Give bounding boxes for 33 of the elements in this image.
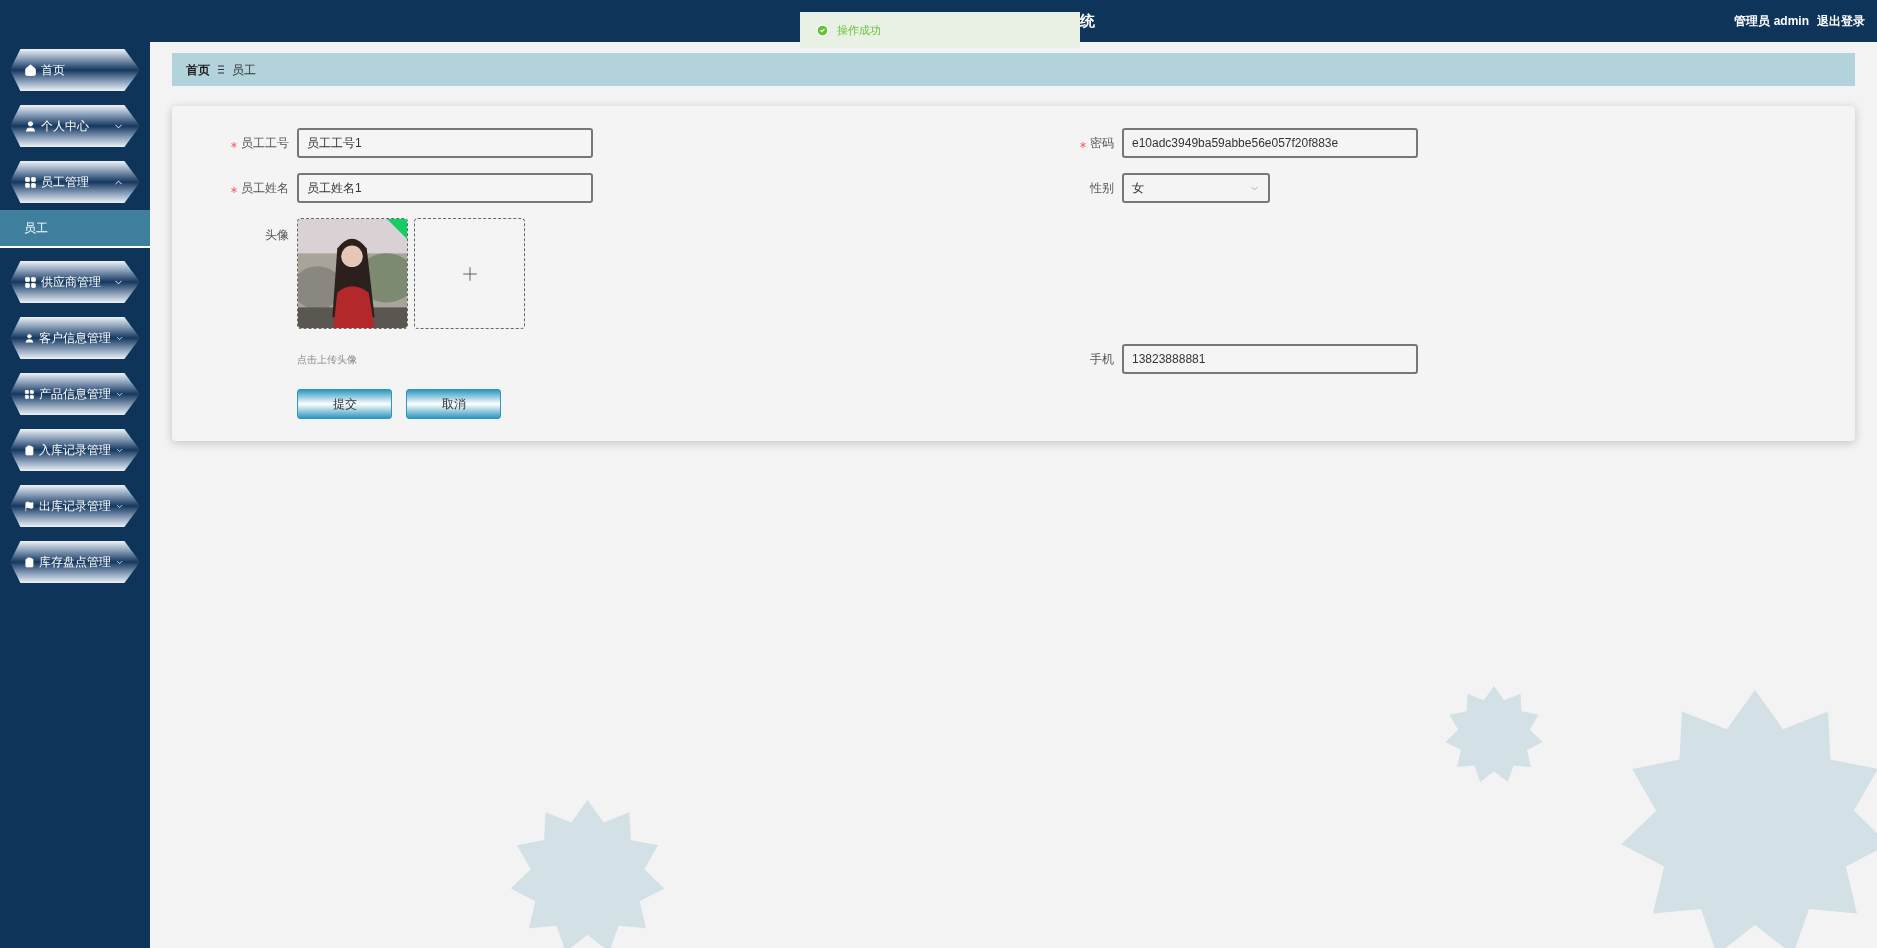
field-label: 员工姓名	[241, 180, 289, 197]
logout-link[interactable]: 退出登录	[1817, 12, 1865, 30]
sidebar-menu-item[interactable]: 产品信息管理	[10, 373, 140, 415]
sidebar-menu-item[interactable]: 客户信息管理	[10, 317, 140, 359]
sidebar-menu-item[interactable]: 供应商管理	[10, 261, 140, 303]
app-title: 统	[1080, 10, 1095, 31]
field-label: 手机	[1090, 351, 1114, 368]
sidebar-menu-item[interactable]: 出库记录管理	[10, 485, 140, 527]
text-field[interactable]: e10adc3949ba59abbe56e057f20f883e	[1122, 128, 1418, 158]
toast-message: 操作成功	[837, 22, 881, 38]
submenu-item[interactable]: 员工	[0, 210, 150, 248]
field-label: 员工工号	[241, 135, 289, 152]
form-button[interactable]: 取消	[406, 389, 501, 419]
breadcrumb-link[interactable]: 首页	[186, 60, 210, 79]
upload-area[interactable]	[414, 218, 525, 329]
field-label: 密码	[1090, 135, 1114, 152]
sidebar-menu-item[interactable]: 员工管理	[10, 161, 140, 203]
field-label: 头像	[264, 227, 290, 244]
sidebar-menu-item[interactable]: 个人中心	[10, 105, 140, 147]
text-field[interactable]: 员工姓名1	[297, 173, 593, 203]
breadcrumb-current: 员工	[232, 61, 256, 79]
gender-select[interactable]: 女	[1122, 173, 1270, 203]
text-field[interactable]: 员工工号1	[297, 128, 593, 158]
admin-label: 管理员 admin	[1734, 13, 1809, 30]
sidebar-menu-item[interactable]: 库存盘点管理	[10, 541, 140, 583]
success-icon	[816, 23, 829, 37]
upload-hint: 点击上传头像	[297, 352, 357, 367]
field-label: 性别	[1090, 180, 1114, 197]
sidebar-menu-item[interactable]: 入库记录管理	[10, 429, 140, 471]
form-button[interactable]: 提交	[297, 389, 392, 419]
corner-marker	[387, 219, 407, 239]
text-field[interactable]: 13823888881	[1122, 344, 1418, 374]
sidebar-menu-item[interactable]: 首页	[10, 49, 140, 91]
